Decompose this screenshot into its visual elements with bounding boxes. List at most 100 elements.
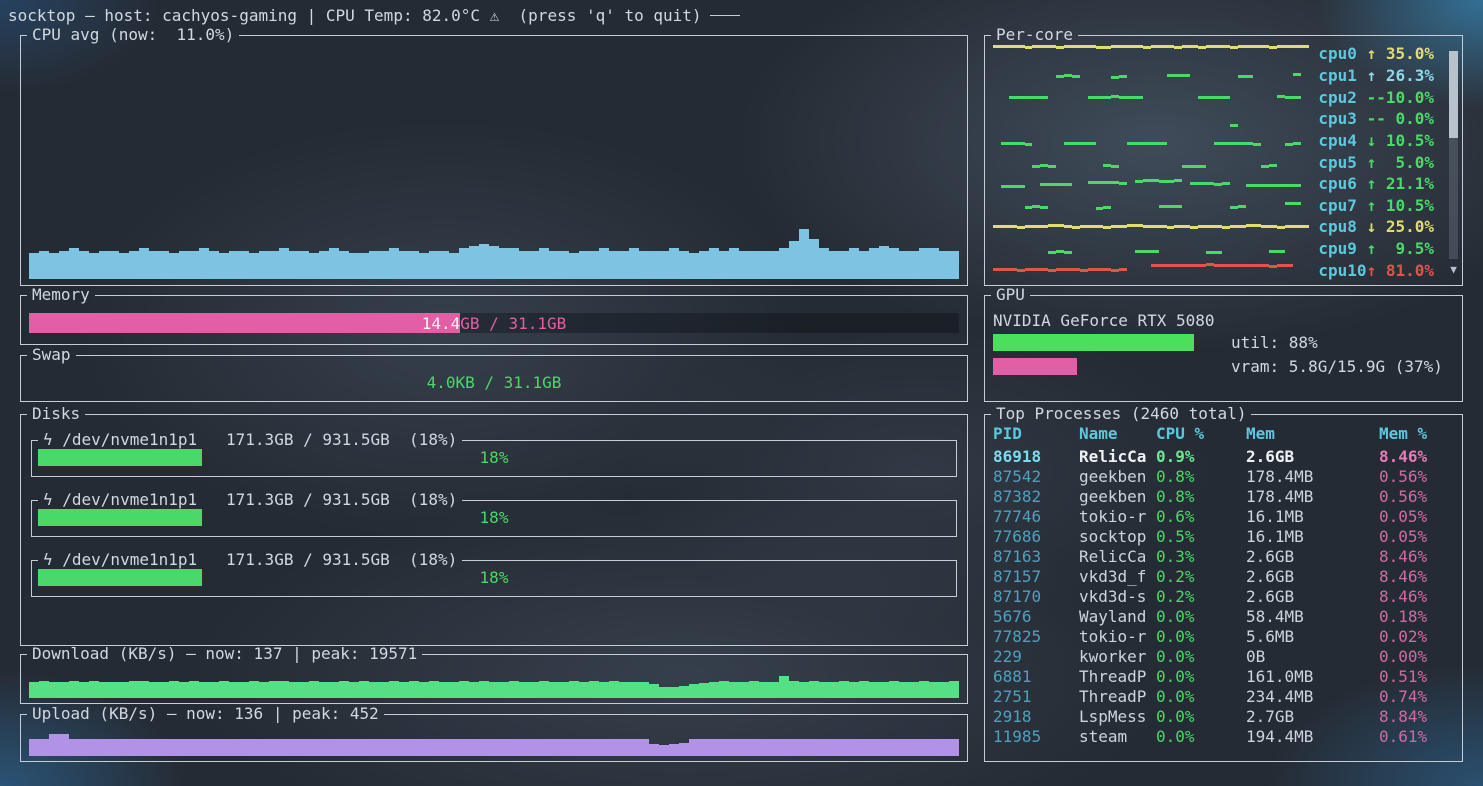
spark-bar: [399, 251, 409, 279]
spark-bar: [469, 682, 479, 698]
spark-bar: [1253, 224, 1261, 234]
spark-bar: [1222, 182, 1230, 191]
process-mem: 194.4MB: [1246, 727, 1379, 746]
process-row: 87157vkd3d_f0.2%2.6GB8.46%: [993, 566, 1454, 586]
spark-bar: [209, 682, 219, 698]
spark-bar: [1040, 96, 1048, 105]
spark-bar: [499, 682, 509, 698]
spark-bar: [1238, 264, 1246, 278]
spark-bar: [1246, 75, 1254, 83]
spark-bar: [1111, 225, 1119, 234]
upload-sparkline: [29, 720, 959, 756]
spark-bar: [1230, 225, 1238, 234]
spark-bar: [1230, 264, 1238, 278]
spark-bar: [1096, 46, 1104, 62]
spark-bar: [639, 251, 649, 279]
spark-bar: [629, 739, 639, 756]
terminal-screen[interactable]: { "titlebar": { "text": "socktop — host:…: [0, 0, 1483, 786]
cpu-avg-panel-border-title: CPU avg (now: 11.0%): [20, 25, 968, 45]
spark-bar: [1285, 184, 1293, 191]
spark-bar: [589, 739, 599, 756]
spark-bar: [1025, 268, 1033, 278]
process-cpu-percent: 0.6%: [1156, 507, 1246, 526]
spark-bar: [29, 253, 39, 279]
spark-bar: [1072, 45, 1080, 61]
spark-bar: [1253, 143, 1261, 149]
core-label: cpu7 ↑ 10.5%: [1318, 194, 1434, 216]
spark-bar: [1167, 264, 1175, 279]
spark-bar: [859, 251, 869, 279]
spark-bar: [809, 239, 819, 279]
core-label: cpu9 ↑ 9.5%: [1318, 238, 1434, 260]
spark-bar: [809, 739, 819, 756]
spark-bar: [649, 744, 659, 756]
core-row: cpu9 ↑ 9.5%: [993, 238, 1434, 260]
spark-bar: [389, 681, 399, 698]
spark-bar: [1001, 225, 1009, 235]
spark-bar: [679, 743, 689, 756]
spark-bar: [1246, 45, 1254, 62]
spark-bar: [349, 682, 359, 698]
spark-bar: [909, 251, 919, 279]
spark-bar: [1017, 269, 1025, 278]
spark-bar: [659, 687, 669, 698]
spark-bar: [169, 681, 179, 698]
spark-bar: [339, 681, 349, 698]
spark-bar: [1159, 142, 1167, 149]
gpu-util-bar-fill: [993, 334, 1194, 351]
spark-bar: [1214, 264, 1222, 279]
swap-title: Swap: [27, 345, 76, 365]
spark-bar: [699, 251, 709, 279]
spark-bar: [259, 251, 269, 279]
spark-bar: [189, 681, 199, 698]
core-percent: 35.0%: [1386, 44, 1434, 63]
core-list-scrollbar[interactable]: [1449, 51, 1458, 259]
core-label: cpu0 ↑ 35.0%: [1318, 43, 1434, 65]
scroll-down-icon[interactable]: ▼: [1448, 263, 1459, 277]
spark-bar: [1135, 142, 1143, 149]
process-mem-percent: 0.05%: [1379, 507, 1454, 526]
spark-bar: [1246, 184, 1254, 191]
spark-bar: [1151, 142, 1159, 148]
spark-bar: [549, 251, 559, 279]
process-mem: 178.4MB: [1246, 487, 1379, 506]
spark-bar: [1222, 45, 1230, 61]
spark-bar: [119, 739, 129, 756]
spark-bar: [339, 739, 349, 756]
spark-bar: [839, 251, 849, 279]
spark-bar: [1167, 45, 1175, 62]
spark-bar: [559, 682, 569, 698]
spark-bar: [1253, 45, 1261, 61]
spark-bar: [549, 739, 559, 756]
spark-bar: [609, 251, 619, 279]
process-name: ThreadP: [1079, 667, 1156, 686]
spark-bar: [1253, 264, 1261, 278]
spark-bar: [1174, 205, 1182, 214]
spark-bar: [1238, 75, 1246, 84]
gpu-vram-row: vram: 5.8G/15.9G (37%): [993, 357, 1454, 375]
spark-bar: [99, 739, 109, 756]
spark-bar: [249, 253, 259, 279]
disk-entry-title: ϟ /dev/nvme1n1p1 171.3GB / 931.5GB (18%): [38, 550, 462, 570]
process-mem-percent: 0.56%: [1379, 467, 1454, 486]
spark-bar: [1048, 165, 1056, 170]
spark-bar: [809, 681, 819, 698]
spark-bar: [789, 739, 799, 756]
core-percent: 10.5%: [1386, 196, 1434, 215]
spark-bar: [1135, 45, 1143, 61]
scrollbar-thumb[interactable]: [1449, 51, 1458, 138]
spark-bar: [449, 739, 459, 756]
spark-bar: [1001, 268, 1009, 278]
spark-bar: [1222, 142, 1230, 148]
process-name: vkd3d_f: [1079, 567, 1156, 586]
spark-bar: [529, 739, 539, 756]
border-segment: [462, 500, 957, 501]
spark-bar: [129, 681, 139, 698]
border-segment: [462, 440, 957, 441]
spark-bar: [799, 229, 809, 279]
spark-bar: [719, 739, 729, 756]
process-pid: 87170: [993, 587, 1079, 606]
header-mem-pct: Mem %: [1379, 424, 1454, 443]
spark-bar: [839, 739, 849, 756]
spark-bar: [489, 246, 499, 279]
